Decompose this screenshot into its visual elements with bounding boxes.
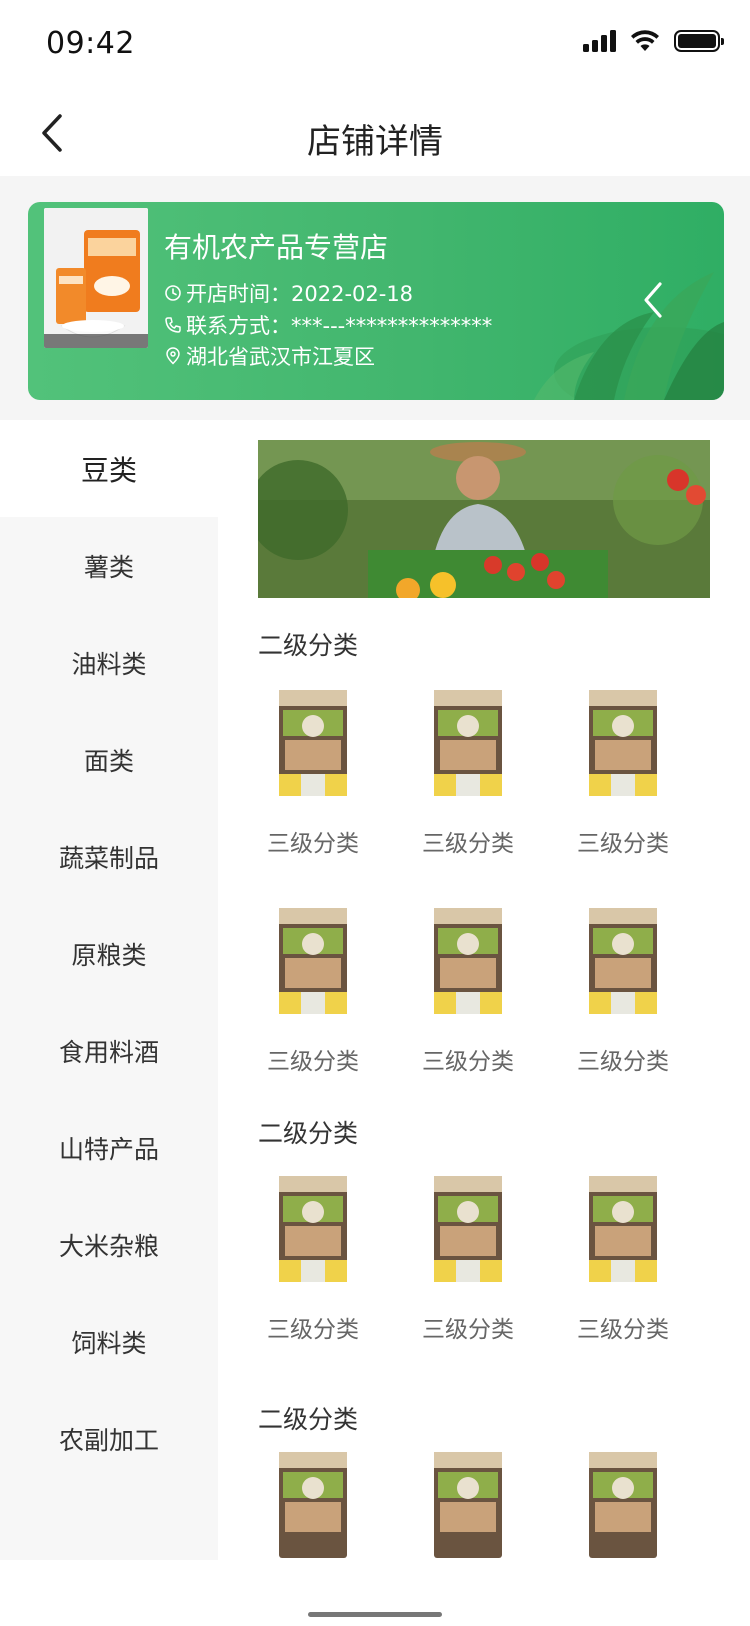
product-image bbox=[434, 1452, 502, 1558]
product-image bbox=[279, 1176, 347, 1282]
status-time: 09:42 bbox=[46, 26, 135, 61]
section-title: 二级分类 bbox=[258, 1405, 359, 1434]
store-open-time: 开店时间：2022-02-18 bbox=[164, 278, 413, 308]
status-icons bbox=[583, 30, 724, 52]
grid-item-label: 三级分类 bbox=[267, 1317, 359, 1343]
open-time-text: 开店时间：2022-02-18 bbox=[186, 282, 414, 306]
promo-banner[interactable] bbox=[258, 440, 710, 598]
category-content: 二级分类 三级分类 三级分类 三级分类 三级分类 三级分类 三级分类 二级分类 … bbox=[218, 420, 750, 1560]
product-image bbox=[279, 1452, 347, 1558]
grid-item[interactable] bbox=[238, 1452, 388, 1558]
location-pin-icon bbox=[166, 347, 180, 365]
sidebar-item-raw-grain[interactable]: 原粮类 bbox=[0, 905, 218, 1002]
wifi-icon bbox=[631, 30, 659, 51]
chevron-left-icon bbox=[644, 282, 662, 318]
sidebar-item-cooking-wine[interactable]: 食用料酒 bbox=[0, 1002, 218, 1099]
sidebar-item-oilseeds[interactable]: 油料类 bbox=[0, 614, 218, 711]
store-card[interactable]: 有机农产品专营店 开店时间：2022-02-18 联系方式：***---****… bbox=[28, 202, 724, 400]
sidebar-item-agri-processing[interactable]: 农副加工 bbox=[0, 1390, 218, 1487]
grid-item-label: 三级分类 bbox=[577, 1317, 669, 1343]
grid-item-label: 三级分类 bbox=[267, 831, 359, 857]
grid-item[interactable]: 三级分类 bbox=[393, 908, 543, 1076]
battery-icon bbox=[674, 30, 724, 52]
grid-item[interactable]: 三级分类 bbox=[548, 908, 698, 1076]
sidebar-item-feed[interactable]: 饲料类 bbox=[0, 1293, 218, 1390]
store-image bbox=[44, 208, 148, 348]
store-address: 湖北省武汉市江夏区 bbox=[164, 341, 375, 371]
store-contact[interactable]: 联系方式：***---************** bbox=[164, 310, 492, 340]
grid-item-label: 三级分类 bbox=[577, 1049, 669, 1075]
sidebar-item-beans[interactable]: 豆类 bbox=[0, 420, 218, 517]
product-image bbox=[279, 690, 347, 796]
section-title: 二级分类 bbox=[258, 1119, 359, 1148]
nav-bar: 店铺详情 bbox=[0, 90, 750, 176]
contact-text: 联系方式：***---************** bbox=[186, 314, 493, 338]
category-sidebar: 豆类 薯类 油料类 面类 蔬菜制品 原粮类 食用料酒 山特产品 大米杂粮 饲料类… bbox=[0, 420, 218, 1560]
leaves-decoration bbox=[534, 272, 724, 400]
grid-item-label: 三级分类 bbox=[422, 1049, 514, 1075]
store-card-arrow[interactable] bbox=[638, 278, 668, 322]
page-title: 店铺详情 bbox=[307, 122, 443, 162]
product-image bbox=[589, 908, 657, 1014]
sidebar-item-noodles[interactable]: 面类 bbox=[0, 711, 218, 808]
product-image bbox=[589, 1176, 657, 1282]
grid-item[interactable] bbox=[548, 1452, 698, 1558]
sidebar-item-rice-grains[interactable]: 大米杂粮 bbox=[0, 1196, 218, 1293]
product-image bbox=[434, 690, 502, 796]
product-image bbox=[434, 908, 502, 1014]
grid-item-label: 三级分类 bbox=[267, 1049, 359, 1075]
product-image bbox=[434, 1176, 502, 1282]
grid-item-label: 三级分类 bbox=[422, 1317, 514, 1343]
grid-item[interactable] bbox=[393, 1452, 543, 1558]
section-title: 二级分类 bbox=[258, 631, 359, 660]
grid-item-label: 三级分类 bbox=[577, 831, 669, 857]
grid-item[interactable]: 三级分类 bbox=[393, 690, 543, 858]
store-section: 有机农产品专营店 开店时间：2022-02-18 联系方式：***---****… bbox=[0, 176, 750, 420]
grid-item[interactable]: 三级分类 bbox=[238, 1176, 388, 1344]
store-name: 有机农产品专营店 bbox=[164, 231, 389, 264]
address-text: 湖北省武汉市江夏区 bbox=[186, 345, 375, 369]
status-bar: 09:42 bbox=[0, 0, 750, 90]
grid-item[interactable]: 三级分类 bbox=[238, 690, 388, 858]
sidebar-item-vegetable-products[interactable]: 蔬菜制品 bbox=[0, 808, 218, 905]
product-image bbox=[589, 690, 657, 796]
product-image bbox=[589, 1452, 657, 1558]
grid-item[interactable]: 三级分类 bbox=[548, 1176, 698, 1344]
home-indicator[interactable] bbox=[308, 1612, 442, 1617]
grid-item[interactable]: 三级分类 bbox=[393, 1176, 543, 1344]
grid-item[interactable]: 三级分类 bbox=[548, 690, 698, 858]
clock-icon bbox=[165, 285, 181, 301]
grid-item-label: 三级分类 bbox=[422, 831, 514, 857]
phone-icon bbox=[165, 317, 181, 333]
signal-icon bbox=[583, 30, 616, 52]
product-image bbox=[279, 908, 347, 1014]
grid-item[interactable]: 三级分类 bbox=[238, 908, 388, 1076]
sidebar-item-tubers[interactable]: 薯类 bbox=[0, 517, 218, 614]
sidebar-item-mountain-specialties[interactable]: 山特产品 bbox=[0, 1099, 218, 1196]
